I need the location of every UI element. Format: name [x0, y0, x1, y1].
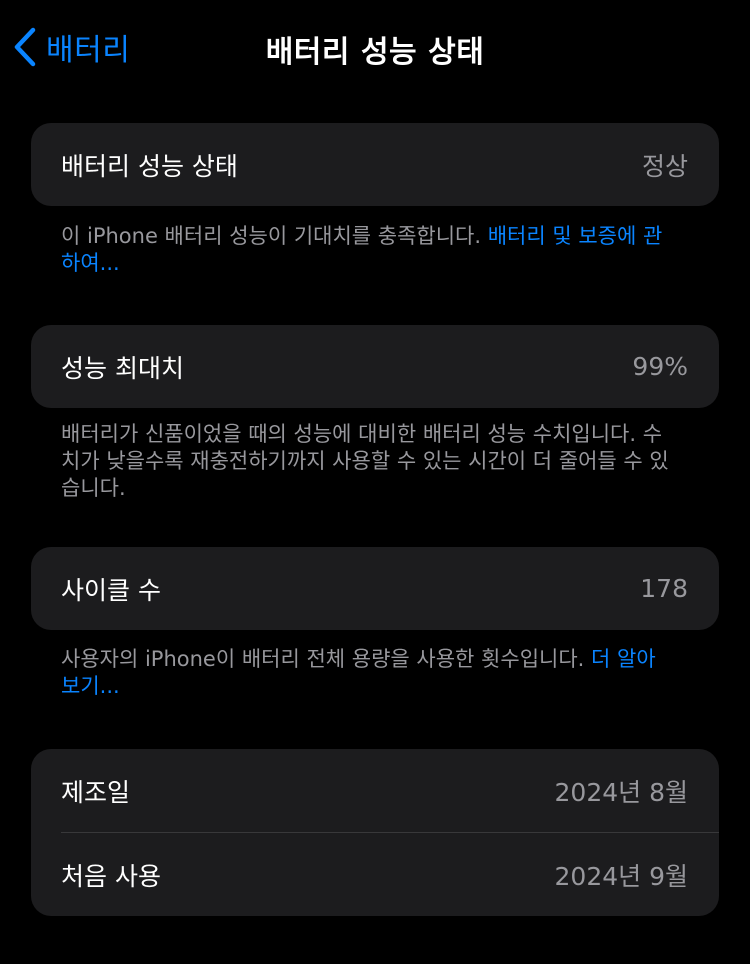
- max-capacity-footnote: 배터리가 신품이었을 때의 성능에 대비한 배터리 성능 수치입니다. 수치가 …: [61, 422, 669, 500]
- dates-card: 제조일 2024년 8월 처음 사용 2024년 9월: [31, 749, 719, 916]
- battery-health-footnote: 이 iPhone 배터리 성능이 기대치를 충족합니다. 배터리 및 보증에 관…: [61, 223, 671, 277]
- first-use-row: 처음 사용 2024년 9월: [31, 833, 719, 916]
- max-capacity-row: 성능 최대치 99%: [31, 325, 719, 408]
- manufacture-date-row: 제조일 2024년 8월: [31, 749, 719, 832]
- battery-health-footnote-text: 이 iPhone 배터리 성능이 기대치를 충족합니다.: [61, 224, 488, 248]
- max-capacity-label: 성능 최대치: [61, 353, 184, 383]
- cycle-count-footnote-text: 사용자의 iPhone이 배터리 전체 용량을 사용한 횟수입니다.: [61, 647, 592, 671]
- cycle-count-label: 사이클 수: [61, 575, 161, 605]
- max-capacity-value: 99%: [632, 352, 688, 381]
- first-use-value: 2024년 9월: [554, 861, 688, 891]
- battery-health-label: 배터리 성능 상태: [61, 151, 238, 181]
- first-use-label: 처음 사용: [61, 861, 161, 891]
- cycle-count-row: 사이클 수 178: [31, 547, 719, 630]
- manufacture-date-label: 제조일: [61, 777, 131, 807]
- battery-health-value: 정상: [641, 151, 688, 181]
- battery-health-row: 배터리 성능 상태 정상: [31, 123, 719, 206]
- manufacture-date-value: 2024년 8월: [554, 777, 688, 807]
- page-title: 배터리 성능 상태: [265, 35, 485, 70]
- cycle-count-value: 178: [640, 574, 688, 603]
- max-capacity-card: 성능 최대치 99%: [31, 325, 719, 408]
- cycle-count-footnote: 사용자의 iPhone이 배터리 전체 용량을 사용한 횟수입니다. 더 알아보…: [61, 646, 671, 700]
- cycle-count-card: 사이클 수 178: [31, 547, 719, 630]
- navigation-bar: 배터리 배터리 성능 상태: [0, 0, 750, 92]
- battery-health-card: 배터리 성능 상태 정상: [31, 123, 719, 206]
